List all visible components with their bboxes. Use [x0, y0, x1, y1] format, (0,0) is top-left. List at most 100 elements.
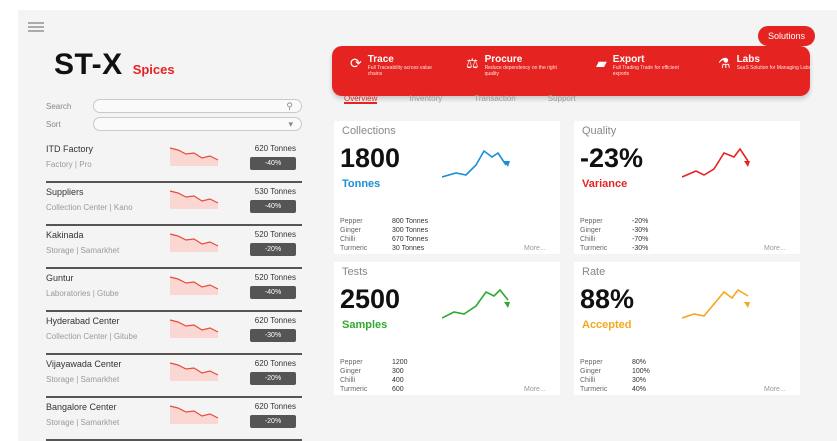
location-item[interactable]: Suppliers Collection Center | Kano 530 Ton… [46, 181, 302, 226]
solutions-button[interactable]: Solutions [757, 26, 815, 46]
status-badge: -40% [250, 157, 296, 170]
kpi-unit: Samples [342, 319, 388, 331]
procure-icon: ⚖ [466, 55, 479, 71]
breakdown-value: 40% [632, 386, 647, 393]
breakdown-key: Ginger [580, 368, 602, 375]
location-name: Vijayawada Center [46, 359, 122, 369]
breakdown-row: Chilli 400 [340, 377, 462, 386]
nav-trace[interactable]: ⟳ Trace Full Traceability across value ch… [350, 54, 448, 77]
location-item[interactable]: ITD Factory Factory | Pro 620 Tonnes -40% [46, 138, 302, 183]
sort-label: Sort [46, 119, 61, 129]
hamburger-menu-icon[interactable] [28, 22, 44, 32]
location-item[interactable]: Vijayawada Center Storage | Samarkhet 620 … [46, 353, 302, 398]
chevron-down-icon: ▾ [288, 119, 293, 129]
breakdown-value: 80% [632, 359, 647, 366]
search-row: Search ⚲ [46, 98, 302, 114]
location-amount: 520 Tonnes [254, 230, 296, 239]
location-item[interactable]: Guntur Laboratories | Gtube 520 Tonnes -40% [46, 267, 302, 312]
kpi-trend-chart [682, 147, 750, 178]
location-amount: 520 Tonnes [254, 273, 296, 282]
nav-desc: SaaS Solution for Managing Labs [736, 65, 812, 71]
tab-overview[interactable]: Overview [344, 94, 378, 104]
location-sparkline [169, 362, 219, 381]
nav-labs[interactable]: ⚗ Labs SaaS Solution for Managing Labs [718, 54, 817, 72]
breakdown-value: 30% [632, 377, 647, 384]
solutions-banner: ⟳ Trace Full Traceability across value ch… [332, 46, 811, 96]
location-sparkline [169, 276, 219, 295]
breakdown-row: Pepper 1200 [340, 359, 462, 368]
location-name: Guntur [46, 273, 74, 283]
more-link[interactable]: More... [524, 386, 546, 393]
breakdown-value: 100% [632, 368, 650, 375]
sort-row: Sort ▾ [46, 116, 302, 132]
nav-title: Labs [736, 54, 760, 65]
truck-icon: ▰ [596, 55, 607, 71]
kpi-trend-chart [682, 288, 750, 319]
search-icon: ⚲ [286, 101, 293, 111]
breakdown-value: -30% [632, 245, 649, 252]
location-sparkline [169, 147, 219, 166]
brand: ST-X Spices [54, 48, 175, 82]
kpi-label: Collections [342, 125, 396, 137]
tab-inventory[interactable]: Inventory [409, 94, 442, 104]
tab-support[interactable]: Support [548, 94, 576, 104]
breakdown-list: Pepper 800 Tonnes Ginger 300 Tonnes Chilli 67… [340, 218, 462, 254]
location-sparkline [169, 405, 219, 424]
nav-export[interactable]: ▰ Export Full Trading Trade for efficient… [596, 54, 693, 77]
search-input[interactable]: ⚲ [93, 99, 302, 113]
sort-select[interactable]: ▾ [93, 117, 302, 131]
location-amount: 620 Tonnes [254, 359, 296, 368]
location-sparkline [169, 233, 219, 252]
subtabs: Overview Inventory Transaction Support [344, 94, 576, 104]
dashboard: ST-X Spices Search ⚲ Sort ▾ ITD Factory F… [0, 0, 837, 441]
tab-transaction[interactable]: Transaction [474, 94, 516, 104]
nav-desc: Full Trading Trade for efficient exports [612, 65, 679, 77]
more-link[interactable]: More... [764, 245, 786, 252]
breakdown-value: 400 [392, 377, 404, 384]
breakdown-row: Ginger 300 Tonnes [340, 227, 462, 236]
status-badge: -40% [250, 200, 296, 213]
location-type: Collection Center | Gitube [46, 332, 138, 341]
breakdown-key: Turmeric [340, 245, 368, 252]
breakdown-key: Turmeric [580, 245, 608, 252]
breakdown-key: Pepper [340, 359, 363, 366]
brand-logo: ST-X [54, 48, 123, 81]
breakdown-key: Ginger [340, 368, 362, 375]
location-type: Collection Center | Kano [46, 203, 133, 212]
location-name: ITD Factory [46, 144, 94, 154]
location-amount: 620 Tonnes [254, 316, 296, 325]
location-type: Storage | Samarkhet [46, 246, 120, 255]
breakdown-row: Pepper 800 Tonnes [340, 218, 462, 227]
status-badge: -20% [250, 372, 296, 385]
breakdown-key: Ginger [580, 227, 602, 234]
breakdown-row: Ginger 300 [340, 368, 462, 377]
nav-desc: Reduce dependency on the right quality [484, 65, 557, 77]
status-badge: -20% [250, 415, 296, 428]
kpi-value: 2500 [340, 284, 401, 314]
kpi-trend-chart [442, 288, 510, 319]
location-item[interactable]: Kakinada Storage | Samarkhet 520 Tonnes -20… [46, 224, 302, 269]
location-item[interactable]: Bangalore Center Storage | Samarkhet 620 T… [46, 396, 302, 441]
locations-sidebar: ST-X Spices Search ⚲ Sort ▾ ITD Factory F… [18, 10, 312, 441]
kpi-label: Rate [582, 266, 606, 278]
breakdown-row: Turmeric 600 [340, 386, 462, 395]
kpi-value: 88% [580, 284, 635, 314]
location-item[interactable]: Hyderabad Center Collection Center | Gitu… [46, 310, 302, 355]
kpi-label: Tests [342, 266, 368, 278]
breakdown-value: 300 [392, 368, 404, 375]
kpi-value: 1800 [340, 143, 401, 173]
nav-desc: Full Traceability across value chains [367, 65, 432, 77]
breakdown-row: Turmeric 30 Tonnes [340, 245, 462, 254]
breakdown-value: 600 [392, 386, 404, 393]
location-type: Laboratories | Gtube [46, 289, 119, 298]
nav-procure[interactable]: ⚖ Procure Reduce dependency on the right … [466, 54, 565, 77]
more-link[interactable]: More... [764, 386, 786, 393]
location-amount: 530 Tonnes [254, 187, 296, 196]
breakdown-value: 800 Tonnes [392, 218, 429, 225]
more-link[interactable]: More... [524, 245, 546, 252]
breakdown-value: 300 Tonnes [392, 227, 429, 234]
location-name: Suppliers [46, 187, 84, 197]
breakdown-key: Pepper [580, 359, 603, 366]
status-badge: -20% [250, 243, 296, 256]
breakdown-key: Chilli [580, 377, 596, 384]
